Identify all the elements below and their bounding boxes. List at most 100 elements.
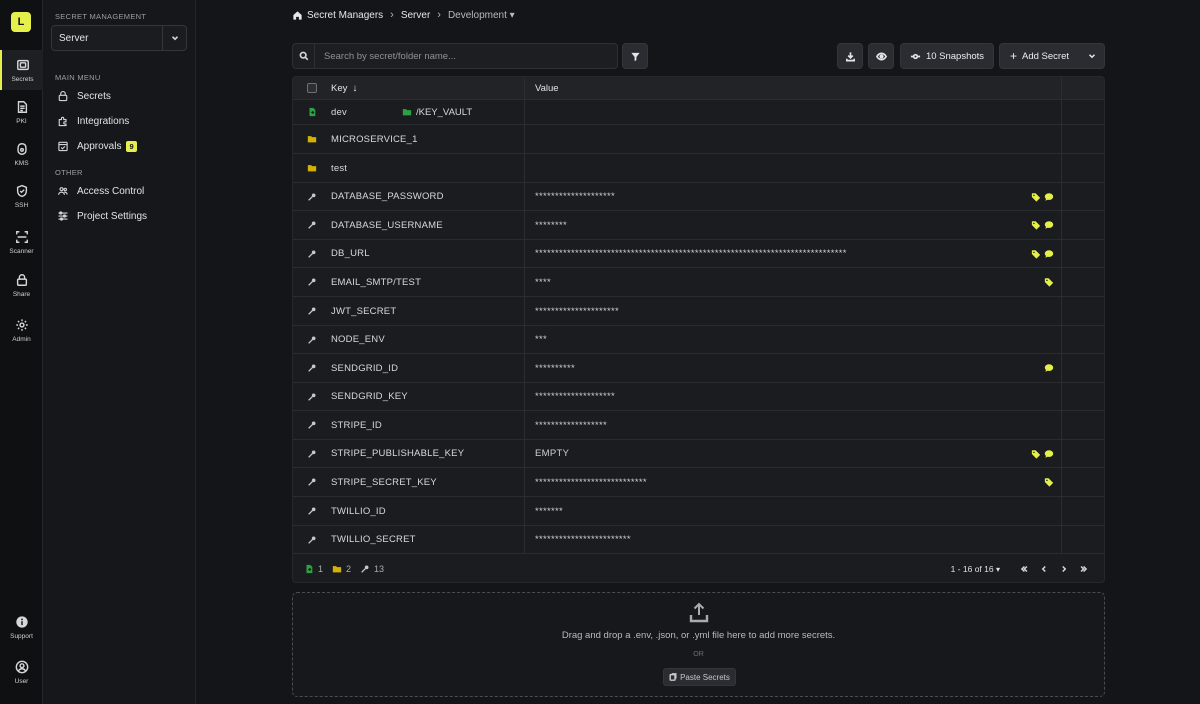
secret-row[interactable]: SENDGRID_KEY ******************** [293, 383, 1104, 411]
rail-item-secrets[interactable]: Secrets [0, 50, 43, 90]
key-icon [308, 478, 316, 486]
breadcrumb-root[interactable]: Secret Managers [307, 10, 383, 21]
environment-selector[interactable]: Development ▾ [448, 10, 515, 21]
org-logo[interactable]: L [11, 12, 31, 32]
home-icon[interactable] [292, 10, 303, 21]
secret-row[interactable]: DATABASE_PASSWORD ******************** [293, 183, 1104, 211]
secret-row[interactable]: EMAIL_SMTP/TEST **** [293, 268, 1104, 297]
document-icon [17, 100, 27, 113]
rail-item-scanner[interactable]: Scanner [0, 222, 43, 262]
lock-icon [58, 90, 68, 102]
row-type-icon [293, 335, 331, 345]
rail-item-ssh[interactable]: SSH [0, 176, 43, 216]
row-value[interactable]: ********************* [535, 306, 619, 317]
upload-dropzone[interactable]: Drag and drop a .env, .json, or .yml fil… [292, 592, 1105, 697]
comment-icon[interactable] [1044, 220, 1054, 230]
download-button[interactable] [837, 43, 863, 69]
select-all-checkbox[interactable] [307, 83, 317, 93]
rail-item-share[interactable]: Share [0, 265, 43, 305]
secret-row[interactable]: NODE_ENV *** [293, 326, 1104, 354]
rail-item-user[interactable]: User [0, 652, 43, 692]
comment-icon[interactable] [1044, 192, 1054, 202]
import-icon [309, 107, 316, 117]
rail-item-kms[interactable]: KMS [0, 134, 43, 174]
sidebar-item-project-settings[interactable]: Project Settings [57, 210, 147, 222]
sidebar-item-access-control[interactable]: Access Control [57, 185, 144, 197]
search-icon [293, 44, 315, 68]
folder-count: 2 [332, 564, 351, 574]
row-value[interactable]: ****************************************… [535, 248, 847, 259]
paste-secrets-button[interactable]: Paste Secrets [663, 668, 736, 686]
add-secret-button[interactable]: + Add Secret [999, 43, 1105, 69]
chevron-down-icon[interactable] [162, 26, 186, 50]
add-secret-dropdown[interactable] [1080, 44, 1104, 68]
row-value[interactable]: EMPTY [535, 448, 569, 459]
folder-icon [307, 136, 317, 143]
comment-icon[interactable] [1044, 363, 1054, 373]
secret-row[interactable]: STRIPE_ID ****************** [293, 411, 1104, 440]
breadcrumb-project[interactable]: Server [401, 10, 430, 21]
reveal-values-button[interactable] [868, 43, 894, 69]
secret-row[interactable]: TWILLIO_SECRET ************************ [293, 526, 1104, 554]
filter-icon [630, 52, 640, 61]
import-row[interactable]: dev/KEY_VAULT [293, 100, 1104, 125]
row-value[interactable]: **************************** [535, 477, 647, 488]
row-value[interactable]: ********** [535, 363, 575, 374]
first-page-button[interactable] [1014, 564, 1034, 574]
rail-item-admin[interactable]: Admin [0, 310, 43, 350]
tag-icon[interactable] [1031, 220, 1041, 230]
comment-icon[interactable] [1044, 249, 1054, 259]
row-type-icon [293, 420, 331, 430]
row-type-icon [293, 535, 331, 545]
prev-page-button[interactable] [1034, 564, 1054, 574]
row-value[interactable]: ****************** [535, 420, 607, 431]
row-value[interactable]: **** [535, 277, 551, 288]
chevron-down-icon [1088, 54, 1096, 59]
row-value[interactable]: ******* [535, 506, 563, 517]
last-page-button[interactable] [1074, 564, 1094, 574]
sliders-icon [58, 211, 68, 221]
rail-item-pki[interactable]: PKI [0, 92, 43, 132]
sidebar-heading: SECRET MANAGEMENT [55, 12, 147, 21]
row-value[interactable]: ******************** [535, 191, 615, 202]
key-column-header[interactable]: Key ↓ [331, 83, 524, 94]
rail-label: SSH [14, 201, 29, 209]
rail-item-support[interactable]: Support [0, 607, 43, 647]
sidebar-item-approvals[interactable]: Approvals 9 [57, 140, 137, 152]
row-value[interactable]: ******************** [535, 391, 615, 402]
sidebar-item-integrations[interactable]: Integrations [57, 115, 129, 127]
filter-button[interactable] [622, 43, 648, 69]
secret-row[interactable]: DB_URL **********************************… [293, 240, 1104, 268]
key-icon [308, 250, 316, 258]
secret-row[interactable]: STRIPE_SECRET_KEY ***********************… [293, 468, 1104, 497]
key-icon [308, 421, 316, 429]
check-calendar-icon [58, 141, 68, 152]
project-selector[interactable]: Server [51, 25, 187, 51]
tag-icon[interactable] [1031, 449, 1041, 459]
row-tags [1031, 220, 1054, 230]
secret-row[interactable]: TWILLIO_ID ******* [293, 497, 1104, 526]
key-icon [308, 193, 316, 201]
tag-icon[interactable] [1044, 477, 1054, 487]
comment-icon[interactable] [1044, 449, 1054, 459]
row-value[interactable]: *** [535, 334, 547, 345]
row-type-icon [293, 220, 331, 230]
sidebar-item-secrets[interactable]: Secrets [57, 90, 111, 102]
tag-icon[interactable] [1031, 249, 1041, 259]
row-value[interactable]: ************************ [535, 534, 631, 545]
search-input[interactable] [315, 50, 617, 62]
folder-row[interactable]: test [293, 154, 1104, 183]
snapshots-button[interactable]: 10 Snapshots [900, 43, 994, 69]
secret-row[interactable]: JWT_SECRET ********************* [293, 297, 1104, 326]
next-page-button[interactable] [1054, 564, 1074, 574]
page-range-selector[interactable]: 1 - 16 of 16 ▾ [951, 564, 1000, 574]
secret-row[interactable]: STRIPE_PUBLISHABLE_KEY EMPTY [293, 440, 1104, 468]
download-icon [845, 51, 855, 61]
tag-icon[interactable] [1044, 277, 1054, 287]
tag-icon[interactable] [1031, 192, 1041, 202]
folder-row[interactable]: MICROSERVICE_1 [293, 125, 1104, 154]
row-value[interactable]: ******** [535, 220, 567, 231]
secret-row[interactable]: DATABASE_USERNAME ******** [293, 211, 1104, 240]
secret-search [292, 43, 618, 69]
secret-row[interactable]: SENDGRID_ID ********** [293, 354, 1104, 383]
